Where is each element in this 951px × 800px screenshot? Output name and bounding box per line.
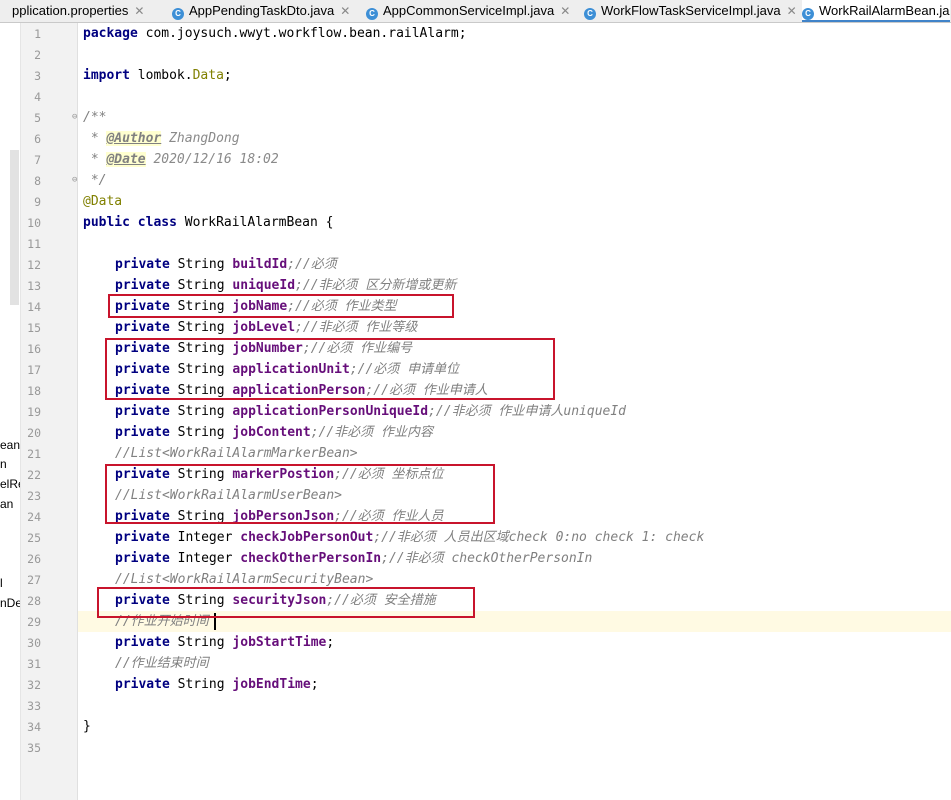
project-panel-fragment: ean n elRe an l nDet: [0, 23, 25, 800]
code-line-30: private String jobStartTime;: [115, 635, 335, 650]
line-number[interactable]: 27: [21, 573, 41, 587]
line-number[interactable]: 35: [21, 741, 41, 755]
code-line-10: public class WorkRailAlarmBean {: [83, 215, 334, 230]
line-number[interactable]: 7: [21, 153, 41, 167]
line-number[interactable]: 4: [21, 90, 41, 104]
line-number[interactable]: 34: [21, 720, 41, 734]
class-icon: C: [584, 8, 596, 20]
line-number[interactable]: 30: [21, 636, 41, 650]
line-number[interactable]: 28: [21, 594, 41, 608]
line-number[interactable]: 25: [21, 531, 41, 545]
tab-work-rail-alarm-bean[interactable]: C WorkRailAlarmBean.ja: [802, 0, 950, 22]
code-line-13: private String uniqueId;//非必须 区分新增或更新: [115, 278, 457, 293]
line-number[interactable]: 29: [21, 615, 41, 629]
line-number[interactable]: 6: [21, 132, 41, 146]
line-number[interactable]: 18: [21, 384, 41, 398]
tab-application-properties[interactable]: pplication.properties ✕: [12, 0, 144, 22]
code-line-8: */: [83, 173, 107, 188]
class-icon: C: [172, 8, 184, 20]
line-number[interactable]: 16: [21, 342, 41, 356]
line-number[interactable]: 20: [21, 426, 41, 440]
tab-label: AppCommonServiceImpl.java: [383, 3, 555, 18]
gutter-border: [77, 23, 78, 800]
code-line-15: private String jobLevel;//非必须 作业等级: [115, 320, 418, 335]
line-number[interactable]: 12: [21, 258, 41, 272]
line-number[interactable]: 24: [21, 510, 41, 524]
close-icon[interactable]: ✕: [560, 4, 570, 18]
annotation-box-marker-group: [105, 464, 495, 524]
close-icon[interactable]: ✕: [340, 4, 350, 18]
code-line-9: @Data: [83, 194, 123, 209]
code-line-6: * @Author ZhangDong: [83, 131, 240, 146]
tab-workflow-task-service-impl[interactable]: C WorkFlowTaskServiceImpl.java ✕: [584, 0, 797, 22]
line-number[interactable]: 11: [21, 237, 41, 251]
project-scrollbar-thumb[interactable]: [10, 150, 19, 305]
line-number[interactable]: 21: [21, 447, 41, 461]
class-icon: C: [802, 8, 814, 20]
project-tree-item[interactable]: l: [0, 576, 3, 590]
line-number[interactable]: 19: [21, 405, 41, 419]
line-number[interactable]: 23: [21, 489, 41, 503]
project-tree-item[interactable]: ean: [0, 438, 20, 452]
tab-label: AppPendingTaskDto.java: [189, 3, 335, 18]
code-line-1: package com.joysuch.wwyt.workflow.bean.r…: [83, 26, 467, 41]
code-line-12: private String buildId;//必须: [115, 257, 337, 272]
code-line-32: private String jobEndTime;: [115, 677, 319, 692]
line-number[interactable]: 22: [21, 468, 41, 482]
line-number[interactable]: 8: [21, 174, 41, 188]
close-icon[interactable]: ✕: [134, 4, 144, 18]
code-line-7: * @Date 2020/12/16 18:02: [83, 152, 279, 167]
code-line-19: private String applicationPersonUniqueId…: [115, 404, 627, 419]
code-line-3: import lombok.Data;: [83, 68, 232, 83]
tab-label: pplication.properties: [12, 3, 129, 18]
line-number[interactable]: 26: [21, 552, 41, 566]
fold-icon[interactable]: ⊖: [72, 112, 77, 122]
annotation-box-jobname: [108, 294, 454, 318]
line-number[interactable]: 5: [21, 111, 41, 125]
line-number[interactable]: 2: [21, 48, 41, 62]
code-line-25: private Integer checkJobPersonOut;//非必须 …: [115, 530, 705, 545]
tab-app-common-service-impl[interactable]: C AppCommonServiceImpl.java ✕: [366, 0, 570, 22]
line-number[interactable]: 1: [21, 27, 41, 41]
line-number[interactable]: 33: [21, 699, 41, 713]
code-line-26: private Integer checkOtherPersonIn;//非必须…: [115, 551, 593, 566]
editor-tab-bar: pplication.properties ✕ C AppPendingTaskDt…: [0, 0, 951, 23]
close-icon[interactable]: ✕: [787, 4, 797, 18]
line-number[interactable]: 14: [21, 300, 41, 314]
project-tree-item[interactable]: n: [0, 457, 7, 471]
project-tree-item[interactable]: an: [0, 497, 13, 511]
line-number[interactable]: 3: [21, 69, 41, 83]
code-line-20: private String jobContent;//非必须 作业内容: [115, 425, 434, 440]
line-number[interactable]: 15: [21, 321, 41, 335]
annotation-box-security: [97, 587, 475, 618]
annotation-box-job-number-group: [105, 338, 555, 400]
tab-label: WorkRailAlarmBean.ja: [819, 3, 950, 18]
line-number[interactable]: 13: [21, 279, 41, 293]
code-line-34: }: [83, 719, 91, 734]
line-number[interactable]: 31: [21, 657, 41, 671]
line-number[interactable]: 32: [21, 678, 41, 692]
fold-icon[interactable]: ⊖: [72, 175, 77, 185]
tab-app-pending-task-dto[interactable]: C AppPendingTaskDto.java ✕: [172, 0, 350, 22]
line-number[interactable]: 17: [21, 363, 41, 377]
tab-label: WorkFlowTaskServiceImpl.java: [601, 3, 781, 18]
code-line-5: /**: [83, 110, 107, 125]
code-line-31: //作业结束时间: [115, 656, 209, 671]
line-number[interactable]: 10: [21, 216, 41, 230]
class-icon: C: [366, 8, 378, 20]
code-line-21: //List<WorkRailAlarmMarkerBean>: [115, 446, 358, 461]
line-number[interactable]: 9: [21, 195, 41, 209]
